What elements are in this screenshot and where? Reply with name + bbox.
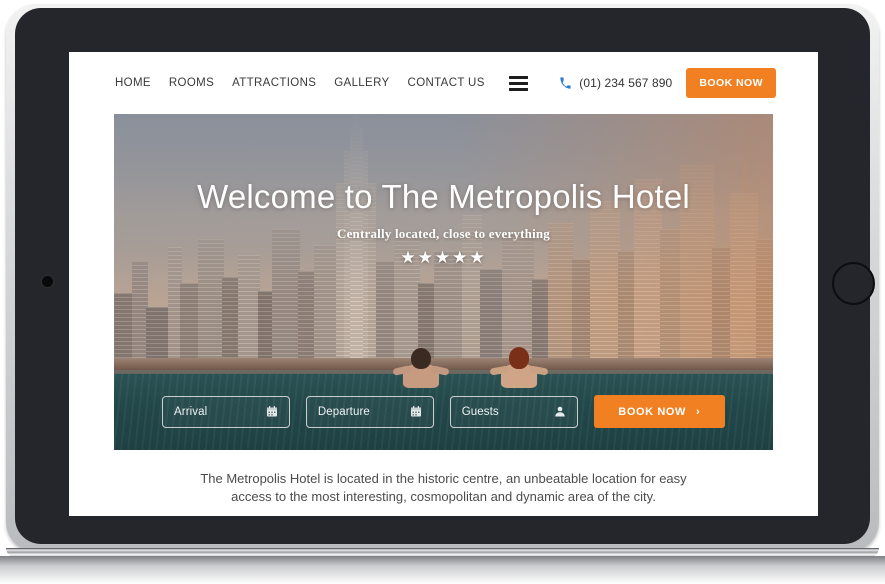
book-now-header-button[interactable]: BOOK NOW [686,68,776,98]
site-header: HOME ROOMS ATTRACTIONS GALLERY CONTACT U… [69,52,818,114]
departure-placeholder: Departure [317,405,370,418]
chevron-right-icon: › [696,405,701,418]
home-button[interactable] [832,262,875,305]
hero-text-block: Welcome to The Metropolis Hotel Centrall… [114,178,773,266]
hamburger-bar [508,87,528,91]
calendar-icon [410,406,421,417]
nav-contact-us[interactable]: CONTACT US [408,77,485,89]
tablet-reflection-shadow [0,556,885,584]
page-title: Welcome to The Metropolis Hotel [197,178,690,215]
nav-rooms[interactable]: ROOMS [169,77,214,89]
booking-form: Arrival Departure Guests BOOK NOW › [114,395,773,428]
screenshot-stage: HOME ROOMS ATTRACTIONS GALLERY CONTACT U… [0,0,885,584]
hamburger-bar [508,81,528,85]
tablet-screen: HOME ROOMS ATTRACTIONS GALLERY CONTACT U… [69,52,818,516]
arrival-date-input[interactable]: Arrival [162,395,290,428]
star-rating: ★★★★★ [400,248,487,267]
phone-block[interactable]: (01) 234 567 890 [559,76,672,90]
phone-icon [560,76,571,89]
intro-line-2: access to the most interesting, cosmopol… [231,488,656,504]
intro-paragraph: The Metropolis Hotel is located in the h… [131,470,756,505]
hero-banner: Welcome to The Metropolis Hotel Centrall… [114,114,773,450]
hamburger-icon[interactable] [508,75,528,91]
swimmer-person-right [489,347,549,388]
main-navigation: HOME ROOMS ATTRACTIONS GALLERY CONTACT U… [115,75,528,91]
calendar-icon [266,406,277,417]
header-right-group: (01) 234 567 890 BOOK NOW [559,52,776,114]
tablet-device-frame: HOME ROOMS ATTRACTIONS GALLERY CONTACT U… [6,4,879,552]
departure-date-input[interactable]: Departure [305,395,434,428]
guests-placeholder: Guests [461,405,499,418]
hero-subtitle: Centrally located, close to everything [336,226,551,241]
swimmer-person-left [392,348,450,388]
phone-number: (01) 234 567 890 [579,76,673,90]
hamburger-bar [508,75,528,79]
guests-input[interactable]: Guests [449,395,578,428]
book-now-cta-button[interactable]: BOOK NOW › [593,395,726,428]
nav-attractions[interactable]: ATTRACTIONS [232,77,316,89]
front-camera-icon [42,276,53,287]
nav-home[interactable]: HOME [115,77,151,89]
arrival-placeholder: Arrival [174,405,208,418]
nav-gallery[interactable]: GALLERY [334,77,389,89]
intro-line-1: The Metropolis Hotel is located in the h… [200,471,687,486]
person-icon [554,406,565,417]
book-now-cta-label: BOOK NOW [618,405,687,418]
